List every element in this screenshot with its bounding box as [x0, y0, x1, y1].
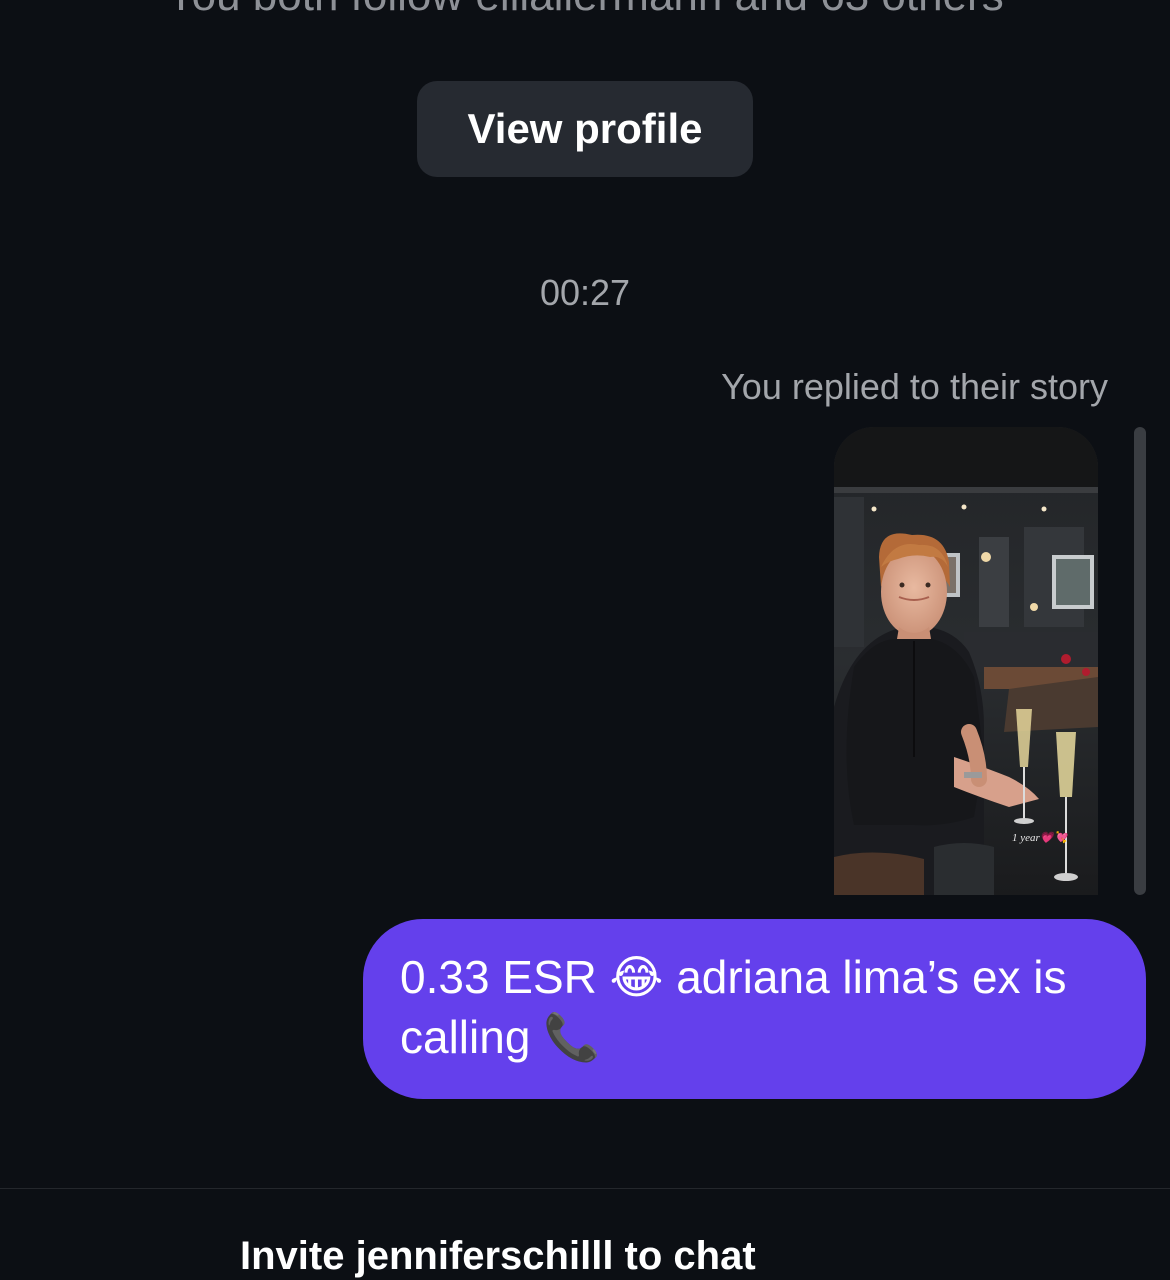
story-overlay-caption: 1 year💗💘 — [1012, 832, 1068, 844]
mutual-followers-text: You both follow elliallermann and 63 oth… — [0, 0, 1170, 20]
message-timestamp: 00:27 — [539, 272, 631, 313]
story-reply-indicator-bar — [1134, 427, 1146, 895]
view-profile-button[interactable]: View profile — [417, 81, 753, 177]
story-thumbnail[interactable]: 1 year💗💘 — [834, 427, 1098, 895]
sent-message-bubble[interactable]: 0.33 ESR 😂 adriana lima’s ex is calling … — [363, 919, 1146, 1099]
footer-divider — [0, 1188, 1170, 1189]
story-photo-illustration — [834, 427, 1098, 895]
story-reply-label: You replied to their story — [721, 366, 1108, 407]
invite-to-chat-text: Invite jenniferschilll to chat — [240, 1234, 756, 1278]
